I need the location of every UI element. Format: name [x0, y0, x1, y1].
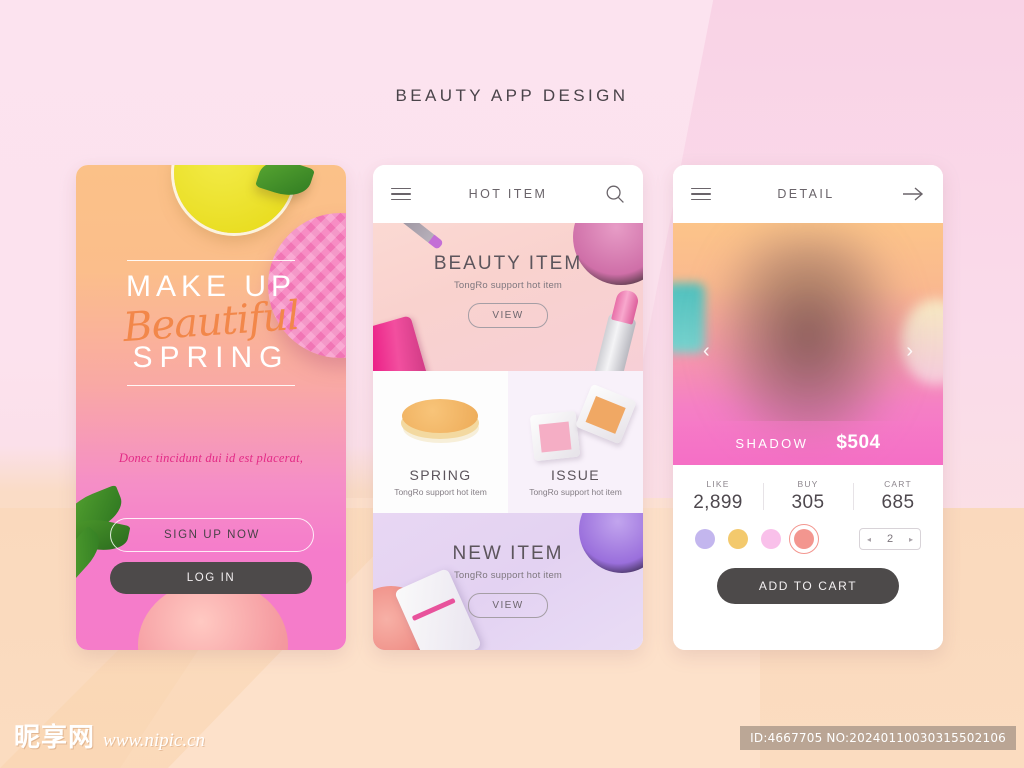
section-title: ISSUE	[550, 467, 600, 483]
watermark: 昵享网 www.nipic.cn	[14, 717, 205, 754]
phone-screen-intro: MAKE UP Beautiful SPRING Donec tincidunt…	[76, 165, 346, 650]
quantity-increment-icon[interactable]: ▸	[909, 535, 913, 544]
compact-palette-orange-decoration	[575, 383, 637, 445]
divider-bottom	[127, 384, 295, 386]
section-title: NEW ITEM	[452, 543, 564, 564]
stat-label: CART	[884, 479, 912, 489]
lipstick-decoration	[589, 312, 637, 371]
add-to-cart-button[interactable]: ADD TO CART	[717, 568, 899, 604]
section-issue[interactable]: ISSUE TongRo support hot item	[508, 371, 643, 513]
page-title: BEAUTY APP DESIGN	[395, 86, 629, 105]
carousel-next-icon[interactable]: ›	[906, 341, 913, 361]
product-price-bar: SHADOW $504	[673, 421, 943, 465]
section-title: BEAUTY ITEM	[433, 253, 583, 274]
view-button-beauty-item[interactable]: VIEW	[468, 303, 548, 328]
detail-title: DETAIL	[777, 187, 835, 201]
quantity-value: 2	[886, 533, 894, 545]
intro-background: MAKE UP Beautiful SPRING Donec tincidunt…	[76, 165, 346, 650]
search-icon[interactable]	[605, 184, 625, 204]
swatch-gold[interactable]	[728, 529, 748, 549]
section-subtitle: TongRo support hot item	[453, 280, 563, 291]
powder-discs-decoration	[400, 397, 481, 453]
stat-value: 2,899	[693, 492, 743, 513]
watermark-logo: 昵享网	[14, 723, 96, 753]
image-id-badge: ID:4667705 NO:20240110030315502106	[740, 726, 1016, 750]
swatch-pink[interactable]	[761, 529, 781, 549]
stat-value: 685	[881, 492, 915, 513]
log-in-button[interactable]: LOG IN	[110, 562, 312, 594]
quantity-decrement-icon[interactable]: ◂	[867, 535, 871, 544]
sign-up-button[interactable]: SIGN UP NOW	[110, 518, 314, 552]
phone-screen-hot-item: HOT ITEM BEAUTY ITEM TongRo support hot …	[373, 165, 643, 650]
section-spring[interactable]: SPRING TongRo support hot item	[373, 371, 508, 513]
stat-cart: CART 685	[853, 479, 943, 514]
stat-buy: BUY 305	[763, 479, 853, 514]
product-image-carousel[interactable]: ‹ › SHADOW $504	[673, 223, 943, 465]
phone-screen-detail: DETAIL ‹ › SHADOW $504 LIKE 2,899 BUY 30…	[673, 165, 943, 650]
view-button-new-item[interactable]: VIEW	[468, 593, 548, 618]
swatch-coral-selected[interactable]	[789, 524, 819, 554]
watermark-url: www.nipic.cn	[103, 730, 206, 751]
carousel-prev-icon[interactable]: ‹	[703, 341, 710, 361]
stat-label: BUY	[797, 479, 819, 489]
divider-top	[127, 260, 295, 261]
section-subtitle: TongRo support hot item	[453, 570, 563, 581]
stat-label: LIKE	[706, 479, 730, 489]
image-blur-teal	[673, 283, 705, 353]
product-price: $504	[836, 432, 881, 453]
intro-hero-text: MAKE UP Beautiful SPRING	[76, 260, 346, 386]
quantity-stepper[interactable]: ◂ 2 ▸	[859, 528, 921, 550]
intro-tagline: Donec tincidunt dui id est placerat,	[118, 451, 304, 465]
hamburger-icon[interactable]	[391, 184, 411, 205]
stat-value: 305	[791, 492, 825, 513]
nail-polish-decoration	[373, 315, 430, 371]
color-swatch-row: ◂ 2 ▸	[673, 524, 943, 554]
product-stats: LIKE 2,899 BUY 305 CART 685	[673, 465, 943, 524]
section-grid: SPRING TongRo support hot item ISSUE Ton…	[373, 371, 643, 513]
section-subtitle: TongRo support hot item	[529, 487, 622, 497]
hot-item-appbar: HOT ITEM	[373, 165, 643, 223]
product-name: SHADOW	[735, 435, 809, 451]
section-title: SPRING	[409, 467, 472, 483]
hamburger-icon[interactable]	[691, 184, 711, 205]
stat-like: LIKE 2,899	[673, 479, 763, 514]
detail-appbar: DETAIL	[673, 165, 943, 223]
section-new-item[interactable]: NEW ITEM TongRo support hot item VIEW	[373, 513, 643, 650]
section-subtitle: TongRo support hot item	[394, 487, 487, 497]
compact-palette-pink-decoration	[529, 410, 581, 462]
hot-item-title: HOT ITEM	[468, 187, 548, 201]
swatch-lavender[interactable]	[695, 529, 715, 549]
arrow-right-icon[interactable]	[901, 185, 925, 203]
section-beauty-item[interactable]: BEAUTY ITEM TongRo support hot item VIEW	[373, 223, 643, 371]
